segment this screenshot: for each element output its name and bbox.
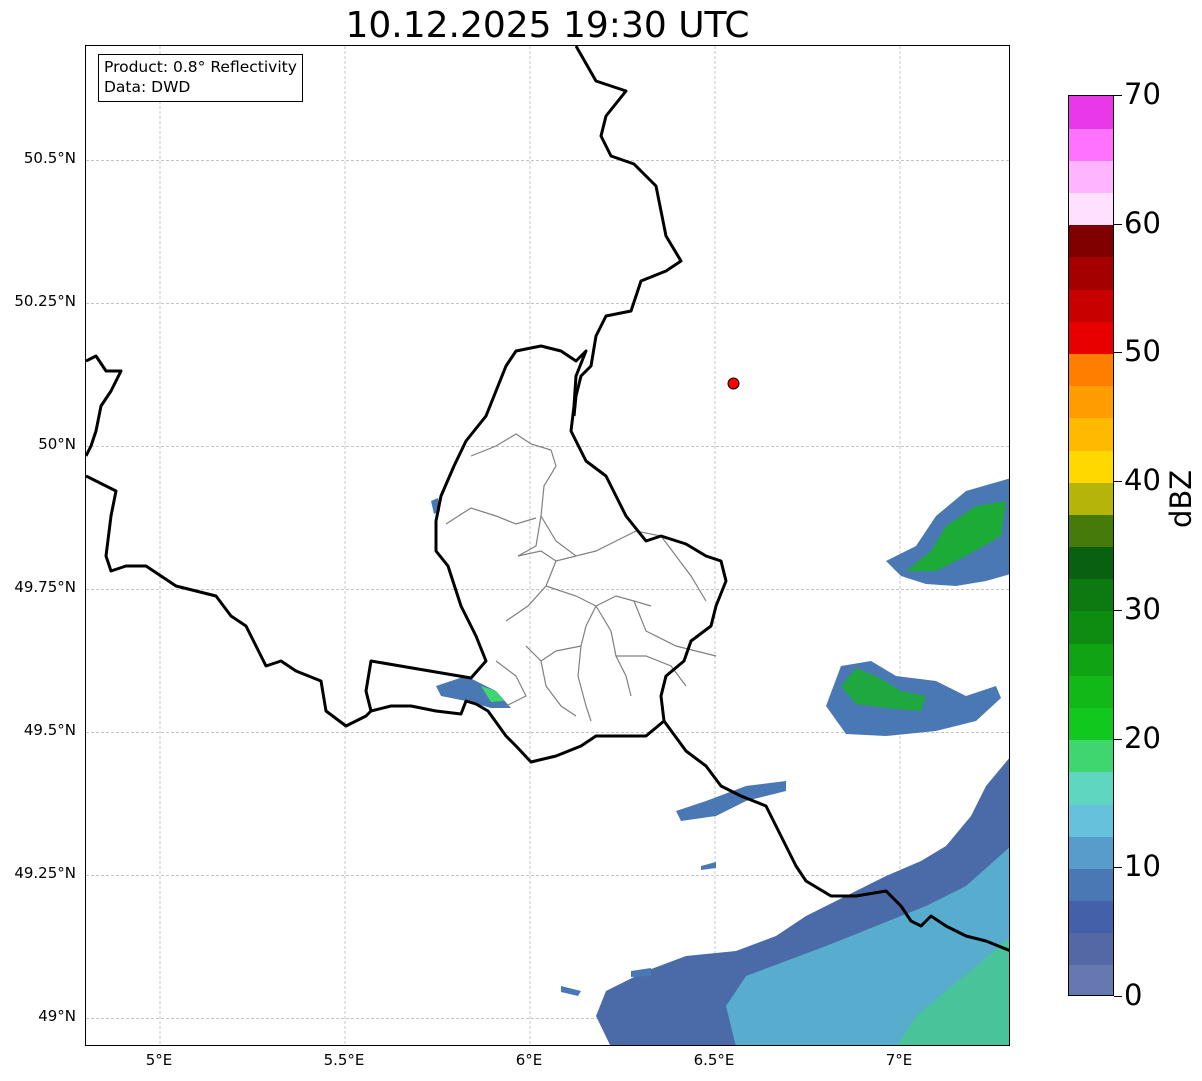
colorbar-segment — [1069, 868, 1113, 902]
belgium-germany-border — [572, 46, 683, 417]
colorbar-segment — [1069, 707, 1113, 741]
radar-site-marker[interactable] — [727, 377, 740, 390]
colorbar — [1068, 95, 1114, 996]
colorbar-segment — [1069, 964, 1113, 995]
colorbar-segment — [1069, 289, 1113, 322]
colorbar-segment — [1069, 578, 1113, 612]
longitude-tick-label: 5.5°E — [323, 1051, 365, 1069]
colorbar-segment — [1069, 675, 1113, 708]
colorbar-segment — [1069, 643, 1113, 676]
colorbar-segment — [1069, 321, 1113, 355]
belgium-france-border — [86, 474, 373, 728]
longitude-tick-label: 6°E — [515, 1051, 543, 1069]
colorbar-segment — [1069, 803, 1113, 837]
latitude-tick-label: 49.75°N — [14, 578, 76, 597]
colorbar-tick-mark — [1114, 996, 1122, 997]
colorbar-tick-label: 60 — [1124, 205, 1161, 240]
colorbar-tick-label: 20 — [1124, 720, 1161, 755]
colorbar-segment — [1069, 192, 1113, 226]
colorbar-segment — [1069, 514, 1113, 548]
map-layers — [86, 46, 1009, 1045]
echo-small-5 — [701, 862, 716, 870]
colorbar-tick-label: 0 — [1124, 978, 1143, 1012]
echo-small-6 — [561, 986, 581, 996]
colorbar-tick-mark — [1114, 481, 1122, 483]
colorbar-tick-label: 70 — [1124, 77, 1161, 111]
colorbar-tick-label: 30 — [1124, 591, 1161, 626]
colorbar-segment — [1069, 96, 1113, 129]
data-source-label: Data: DWD — [104, 78, 191, 96]
colorbar-tick-mark — [1114, 609, 1122, 611]
colorbar-segment — [1069, 836, 1113, 869]
latitude-tick-label: 50°N — [38, 435, 76, 454]
latitude-tick-label: 49°N — [38, 1007, 76, 1026]
colorbar-segment — [1069, 482, 1113, 515]
colorbar-segment — [1069, 256, 1113, 290]
colorbar-segment — [1069, 417, 1113, 451]
longitude-tick-label: 6.5°E — [693, 1051, 735, 1069]
map-title: 10.12.2025 19:30 UTC — [345, 5, 750, 46]
latitude-tick-label: 50.25°N — [14, 292, 76, 311]
colorbar-tick-mark — [1114, 223, 1122, 225]
colorbar-segment — [1069, 353, 1113, 387]
national-borders — [86, 46, 1009, 952]
colorbar-tick-label: 10 — [1124, 849, 1161, 884]
colorbar-tick-mark — [1114, 95, 1122, 96]
colorbar-segment — [1069, 224, 1113, 258]
colorbar-tick-label: 50 — [1124, 334, 1161, 369]
colorbar-tick-mark — [1114, 352, 1122, 354]
colorbar-tick-mark — [1114, 738, 1122, 740]
colorbar-segment — [1069, 449, 1113, 483]
belgium-netherlands-border — [86, 354, 123, 457]
longitude-tick-label: 5°E — [145, 1051, 173, 1069]
radar-map[interactable] — [85, 45, 1010, 1046]
colorbar-segment — [1069, 932, 1113, 966]
colorbar-segment — [1069, 385, 1113, 419]
colorbar-segment — [1069, 128, 1113, 161]
latitude-tick-label: 49.5°N — [23, 721, 76, 740]
longitude-tick-label: 7°E — [885, 1051, 913, 1069]
colorbar-segment — [1069, 546, 1113, 580]
colorbar-segment — [1069, 900, 1113, 934]
colorbar-tick-mark — [1114, 867, 1122, 869]
colorbar-segment — [1069, 610, 1113, 644]
colorbar-segment — [1069, 739, 1113, 773]
canton-boundaries — [445, 433, 717, 722]
colorbar-segment — [1069, 771, 1113, 805]
colorbar-segment — [1069, 160, 1113, 194]
latitude-tick-label: 50.5°N — [23, 149, 76, 168]
echo-small-7 — [631, 968, 651, 977]
colorbar-tick-label: 40 — [1124, 463, 1161, 498]
info-box: Product: 0.8° Reflectivity Data: DWD — [98, 54, 303, 102]
colorbar-unit-label: dBZ — [1164, 469, 1198, 528]
latitude-tick-label: 49.25°N — [14, 864, 76, 883]
product-label: Product: 0.8° Reflectivity — [104, 58, 297, 76]
